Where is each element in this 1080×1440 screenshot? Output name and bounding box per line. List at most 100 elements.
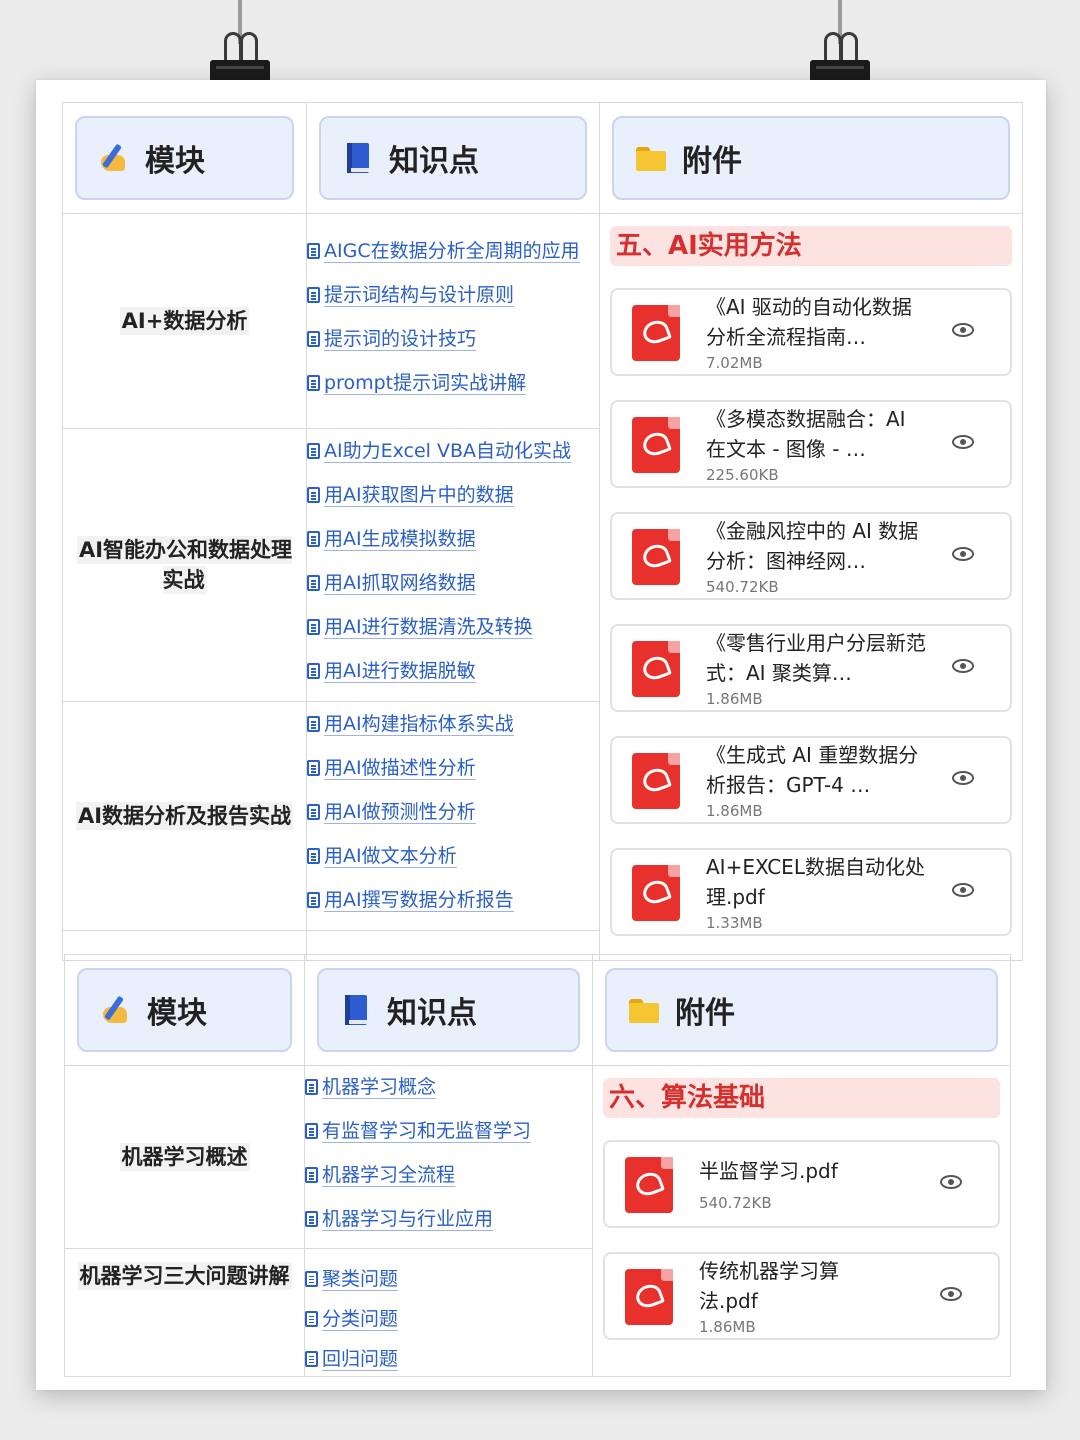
attachment-cell: 五、AI实用方法 《AI 驱动的自动化数据分析全流程指南… 7.02MB 《多模态… [599,213,1023,961]
eye-icon[interactable] [940,1175,962,1189]
knowledge-link[interactable]: prompt提示词实战讲解 [307,368,599,398]
document-icon [307,848,320,864]
document-icon [307,287,320,304]
pdf-icon [632,417,680,473]
file-card[interactable]: 《AI 驱动的自动化数据分析全流程指南… 7.02MB [610,288,1012,376]
knowledge-link[interactable]: 用AI构建指标体系实战 [307,709,599,739]
header-attachment: 附件 [605,968,998,1052]
file-card[interactable]: 《多模态数据融合：AI 在文本 - 图像 - … 225.60KB [610,400,1012,488]
eye-icon[interactable] [952,547,974,561]
document-icon [305,1270,318,1287]
course-table-1: 模块 知识点 附件 AI+数据分析 AIGC在数据分析全周期的应用 提示词结构与… [62,102,1023,962]
knowledge-link[interactable]: 提示词的设计技巧 [307,324,599,354]
document-icon [305,1211,318,1227]
file-size: 225.60KB [706,466,779,484]
document-icon [307,331,320,348]
knowledge-link[interactable]: 用AI做描述性分析 [307,753,599,783]
pdf-icon [632,753,680,809]
file-name: 半监督学习.pdf [699,1159,838,1183]
knowledge-link[interactable]: 用AI撰写数据分析报告 [307,885,599,915]
pdf-icon [632,865,680,921]
module-cell: 机器学习三大问题讲解 [64,1248,305,1377]
file-size: 1.86MB [706,802,763,820]
document-icon [305,1350,318,1367]
file-size: 1.86MB [699,1318,756,1336]
knowledge-link[interactable]: 回归问题 [305,1344,592,1374]
header-knowledge: 知识点 [317,968,580,1052]
knowledge-link[interactable]: 机器学习与行业应用 [305,1204,592,1234]
knowledge-links: 用AI构建指标体系实战 用AI做描述性分析 用AI做预测性分析 用AI做文本分析… [306,701,600,931]
document-icon [305,1123,318,1139]
document-icon [305,1079,318,1095]
knowledge-link[interactable]: 有监督学习和无监督学习 [305,1116,592,1146]
knowledge-link[interactable]: 机器学习概念 [305,1072,592,1102]
writing-hand-icon [99,995,133,1025]
folder-icon [634,143,668,173]
knowledge-link[interactable]: 聚类问题 [305,1264,592,1294]
file-card[interactable]: 传统机器学习算法.pdf 1.86MB [603,1252,1000,1340]
knowledge-link[interactable]: AIGC在数据分析全周期的应用 [307,236,599,266]
knowledge-link[interactable]: 用AI做文本分析 [307,841,599,871]
file-size: 7.02MB [706,354,763,372]
file-size: 540.72KB [706,578,779,596]
blue-book-icon [341,143,375,173]
knowledge-link[interactable]: 提示词结构与设计原则 [307,280,599,310]
header-knowledge: 知识点 [319,116,587,200]
document-icon [307,663,320,680]
knowledge-link[interactable]: 分类问题 [305,1304,592,1334]
knowledge-link[interactable]: AI助力Excel VBA自动化实战 [307,436,599,466]
module-cell: AI数据分析及报告实战 [62,701,307,931]
eye-icon[interactable] [952,883,974,897]
file-name: 《多模态数据融合：AI 在文本 - 图像 - … [706,407,906,461]
header-module: 模块 [75,116,294,200]
section-title: 五、AI实用方法 [610,226,1012,266]
pdf-icon [625,1157,673,1213]
file-name: 《AI 驱动的自动化数据分析全流程指南… [706,295,912,349]
document-icon [307,531,320,548]
pdf-icon [625,1269,673,1325]
module-cell: AI智能办公和数据处理实战 [62,428,307,703]
eye-icon[interactable] [952,659,974,673]
knowledge-link[interactable]: 机器学习全流程 [305,1160,592,1190]
pdf-icon [632,529,680,585]
knowledge-link[interactable]: 用AI做预测性分析 [307,797,599,827]
eye-icon[interactable] [940,1287,962,1301]
file-card[interactable]: 《零售行业用户分层新范式：AI 聚类算… 1.86MB [610,624,1012,712]
file-card[interactable]: 半监督学习.pdf 540.72KB [603,1140,1000,1228]
section-title: 六、算法基础 [603,1078,1000,1118]
knowledge-link[interactable]: 用AI获取图片中的数据 [307,480,599,510]
paper-sheet: 模块 知识点 附件 AI+数据分析 AIGC在数据分析全周期的应用 提示词结构与… [36,80,1046,1390]
knowledge-links: 聚类问题 分类问题 回归问题 [304,1248,593,1377]
file-size: 540.72KB [699,1194,772,1212]
file-size: 1.86MB [706,690,763,708]
file-card[interactable]: 《金融风控中的 AI 数据分析：图神经网… 540.72KB [610,512,1012,600]
knowledge-link[interactable]: 用AI进行数据脱敏 [307,656,599,686]
knowledge-link[interactable]: 用AI抓取网络数据 [307,568,599,598]
course-table-2: 模块 知识点 附件 机器学习概述 机器学习概念 有监督学习和无监督学习 机器学习… [64,954,1011,1377]
module-cell: AI+数据分析 [62,212,307,430]
eye-icon[interactable] [952,435,974,449]
knowledge-link[interactable]: 用AI生成模拟数据 [307,524,599,554]
document-icon [307,892,320,908]
header-module: 模块 [77,968,292,1052]
file-size: 1.33MB [706,914,763,932]
file-card[interactable]: 《生成式 AI 重塑数据分析报告：GPT-4 … 1.86MB [610,736,1012,824]
file-name: 《生成式 AI 重塑数据分析报告：GPT-4 … [706,743,919,797]
knowledge-links: 机器学习概念 有监督学习和无监督学习 机器学习全流程 机器学习与行业应用 [304,1065,593,1249]
document-icon [307,804,320,820]
file-card[interactable]: AI+EXCEL数据自动化处理.pdf 1.33MB [610,848,1012,936]
document-icon [305,1167,318,1183]
eye-icon[interactable] [952,771,974,785]
header-attachment: 附件 [612,116,1010,200]
document-icon [307,619,320,636]
knowledge-links: AI助力Excel VBA自动化实战 用AI获取图片中的数据 用AI生成模拟数据… [306,428,600,703]
file-name: 传统机器学习算法.pdf [699,1259,839,1313]
knowledge-link[interactable]: 用AI进行数据清洗及转换 [307,612,599,642]
document-icon [307,575,320,592]
document-icon [305,1310,318,1327]
file-name: 《零售行业用户分层新范式：AI 聚类算… [706,631,926,685]
folder-icon [627,995,661,1025]
eye-icon[interactable] [952,323,974,337]
pdf-icon [632,641,680,697]
document-icon [307,375,320,392]
